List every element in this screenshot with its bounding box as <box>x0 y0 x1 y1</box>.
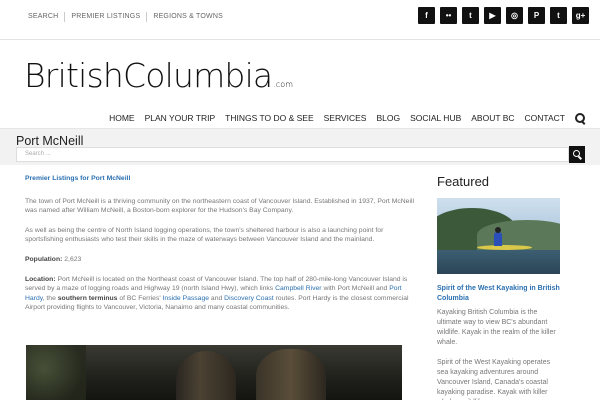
nav-about-bc[interactable]: ABOUT BC <box>466 112 519 124</box>
photo-kayak <box>477 245 532 250</box>
title-bar: Port McNeill Search ... <box>0 129 600 165</box>
location-text: , the <box>42 294 58 302</box>
youtube-icon[interactable]: ▶ <box>484 7 501 24</box>
kayaking-photo[interactable] <box>437 198 560 274</box>
featured-heading: Featured <box>437 174 490 189</box>
population-value: 2,623 <box>64 255 82 263</box>
location-text: and <box>209 294 225 302</box>
search-submit-button[interactable] <box>569 146 585 163</box>
nav-home[interactable]: HOME <box>104 112 140 124</box>
top-link-premier-listings[interactable]: PREMIER LISTINGS <box>64 12 146 22</box>
photo-carved-post <box>256 349 326 400</box>
social-icons: f •• t ▶ ◎ P t g+ <box>418 7 589 24</box>
logo-text: BritishColumbia <box>24 56 273 95</box>
flickr-icon[interactable]: •• <box>440 7 457 24</box>
photo-foliage <box>26 345 86 400</box>
premier-listings-link[interactable]: Premier Listings for Port McNeill <box>25 174 423 184</box>
facebook-icon[interactable]: f <box>418 7 435 24</box>
port-mcneill-photo <box>26 345 402 400</box>
photo-paddler <box>494 227 502 246</box>
photo-carved-post <box>176 351 236 400</box>
search-input[interactable]: Search ... <box>16 147 569 162</box>
intro-paragraph: The town of Port McNeill is a thriving c… <box>25 197 414 215</box>
nav-contact[interactable]: CONTACT <box>520 112 570 124</box>
nav-blog[interactable]: BLOG <box>371 112 405 124</box>
twitter-icon[interactable]: t <box>462 7 479 24</box>
photo-water <box>437 250 560 274</box>
main-nav: HOME PLAN YOUR TRIP THINGS TO DO & SEE S… <box>104 112 586 124</box>
nav-things-to-do[interactable]: THINGS TO DO & SEE <box>220 112 318 124</box>
southern-terminus-text: southern terminus <box>57 294 118 302</box>
location-text: of BC Ferries' <box>117 294 163 302</box>
top-link-regions-towns[interactable]: REGIONS & TOWNS <box>146 12 229 22</box>
top-bar: SEARCH PREMIER LISTINGS REGIONS & TOWNS … <box>0 0 600 40</box>
featured-article-link[interactable]: Spirit of the West Kayaking in British C… <box>437 284 561 304</box>
population-paragraph: Population: 2,623 <box>25 255 423 265</box>
instagram-icon[interactable]: ◎ <box>506 7 523 24</box>
nav-plan-your-trip[interactable]: PLAN YOUR TRIP <box>140 112 221 124</box>
sidebar: Featured Spirit of the West Kayaking in … <box>437 174 561 400</box>
main-content: Premier Listings for Port McNeill The to… <box>25 174 423 323</box>
location-paragraph: Location: Port McNeill is located on the… <box>25 275 423 313</box>
googleplus-icon[interactable]: g+ <box>572 7 589 24</box>
nav-services[interactable]: SERVICES <box>319 112 372 124</box>
logging-paragraph: As well as being the centre of North Isl… <box>25 226 384 244</box>
campbell-river-link[interactable]: Campbell River <box>275 285 321 292</box>
nav-social-hub[interactable]: SOCIAL HUB <box>405 112 466 124</box>
location-label: Location: <box>25 275 56 283</box>
top-nav: SEARCH PREMIER LISTINGS REGIONS & TOWNS <box>22 12 229 22</box>
location-text: with Port McNeill and <box>321 285 390 293</box>
search-icon[interactable] <box>574 112 586 124</box>
featured-paragraph-1: Kayaking British Columbia is the ultimat… <box>437 309 556 346</box>
inside-passage-link[interactable]: Inside Passage <box>163 295 209 302</box>
logo-suffix: .com <box>273 80 293 89</box>
site-logo[interactable]: BritishColumbia.com <box>24 57 293 104</box>
population-label: Population: <box>25 255 63 263</box>
pinterest-icon[interactable]: P <box>528 7 545 24</box>
featured-paragraph-2: Spirit of the West Kayaking operates sea… <box>437 359 551 400</box>
tumblr-icon[interactable]: t <box>550 7 567 24</box>
discovery-coast-link[interactable]: Discovery Coast <box>224 295 273 302</box>
page-title: Port McNeill <box>16 134 84 148</box>
top-link-search[interactable]: SEARCH <box>22 12 64 22</box>
